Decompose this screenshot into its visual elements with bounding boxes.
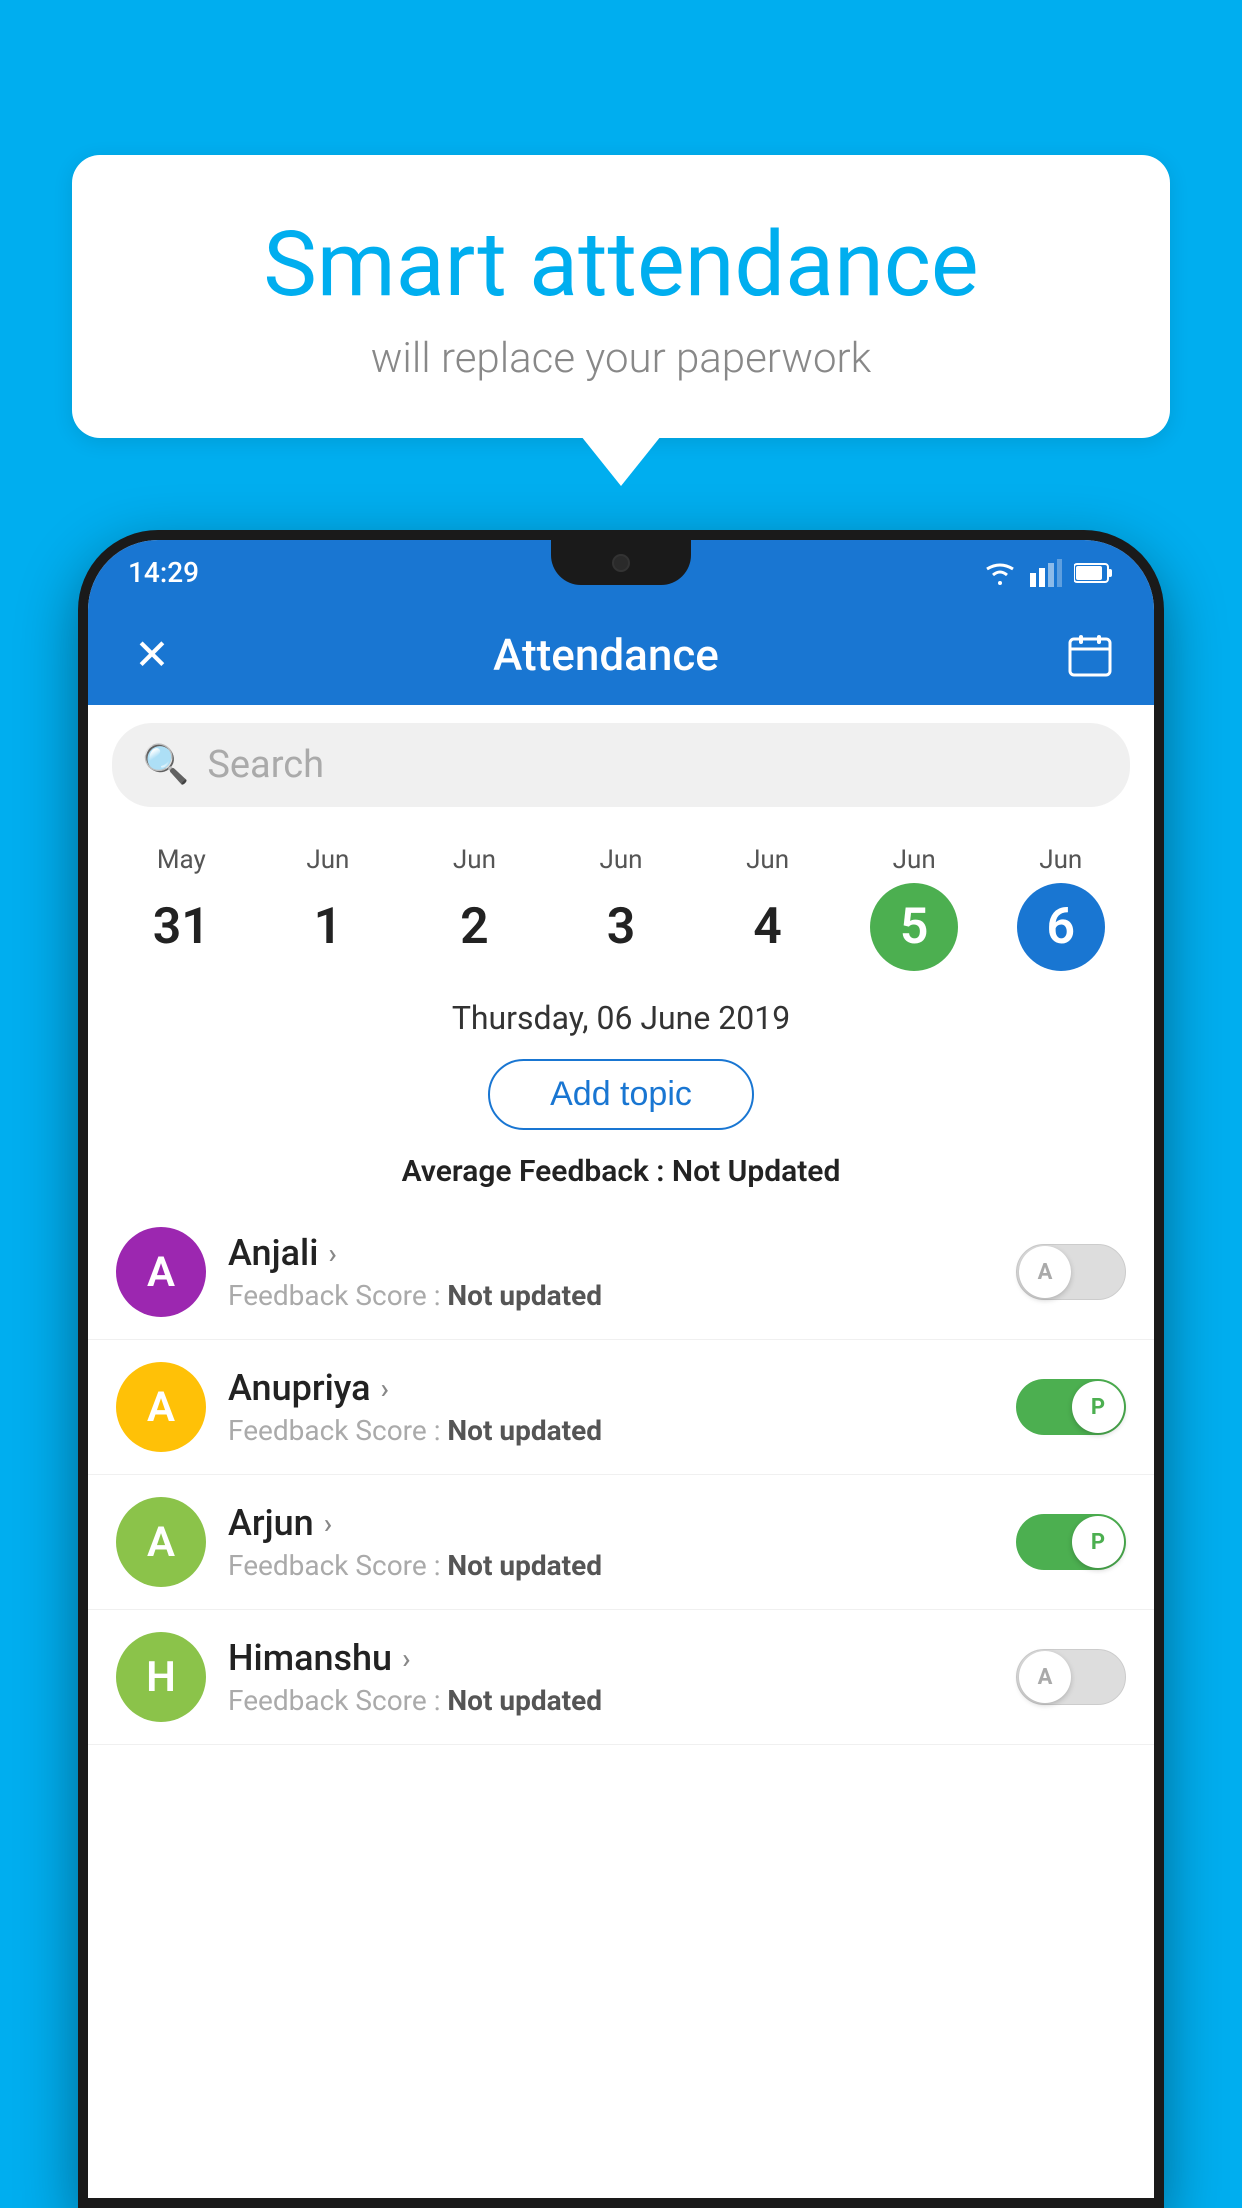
status-bar: 14:29 [88,540,1154,605]
date-month: Jun [1039,845,1082,875]
feedback-score: Feedback Score : Not updated [228,1684,994,1717]
avatar: A [116,1362,206,1452]
wifi-icon [982,559,1018,587]
search-bar[interactable]: 🔍 Search [112,723,1130,807]
app-bar: ✕ Attendance [88,605,1154,705]
toggle-container[interactable]: A [1016,1244,1126,1300]
date-month: Jun [746,845,789,875]
date-item[interactable]: Jun 3 [548,845,695,971]
date-day: 4 [724,883,812,971]
bubble-title: Smart attendance [122,215,1120,314]
phone-inner: 14:29 [88,540,1154,2198]
date-item[interactable]: Jun 4 [694,845,841,971]
chevron-icon: › [324,1507,332,1540]
avatar: A [116,1497,206,1587]
bubble-subtitle: will replace your paperwork [122,334,1120,383]
chevron-icon: › [328,1237,336,1270]
date-item[interactable]: May 31 [108,845,255,971]
calendar-icon [1066,631,1114,679]
phone-frame: 14:29 [78,530,1164,2208]
student-item: A Arjun › Feedback Score : Not updated P [88,1475,1154,1610]
date-item[interactable]: Jun 6 [987,845,1134,971]
attendance-toggle[interactable]: A [1016,1244,1126,1300]
speech-bubble: Smart attendance will replace your paper… [72,155,1170,438]
date-day: 2 [430,883,518,971]
date-month: Jun [600,845,643,875]
student-info: Arjun › Feedback Score : Not updated [228,1502,994,1582]
search-icon: 🔍 [142,743,189,787]
avatar: H [116,1632,206,1722]
search-container: 🔍 Search [88,705,1154,825]
student-info: Himanshu › Feedback Score : Not updated [228,1637,994,1717]
student-item: A Anupriya › Feedback Score : Not updated P [88,1340,1154,1475]
add-topic-container: Add topic [88,1049,1154,1146]
status-time: 14:29 [128,556,199,589]
search-input[interactable]: Search [207,743,324,787]
date-day: 31 [137,883,225,971]
student-list: AAnjali ›Feedback Score : Not updatedAAA… [88,1205,1154,1745]
date-day: 6 [1017,883,1105,971]
feedback-score: Feedback Score : Not updated [228,1414,994,1447]
app-bar-title: Attendance [180,629,1032,681]
student-name[interactable]: Arjun › [228,1502,994,1544]
battery-icon [1074,562,1114,584]
toggle-container[interactable]: P [1016,1514,1126,1570]
date-month: Jun [306,845,349,875]
toggle-container[interactable]: P [1016,1379,1126,1435]
attendance-toggle[interactable]: P [1016,1514,1126,1570]
date-item[interactable]: Jun 1 [255,845,402,971]
toggle-knob: P [1072,1381,1124,1433]
date-item[interactable]: Jun 5 [841,845,988,971]
camera [612,554,630,572]
student-name[interactable]: Himanshu › [228,1637,994,1679]
student-item: A Anjali › Feedback Score : Not updated A [88,1205,1154,1340]
toggle-knob: A [1019,1246,1071,1298]
date-day: 1 [284,883,372,971]
status-icons [982,559,1114,587]
student-item: H Himanshu › Feedback Score : Not updated A [88,1610,1154,1745]
add-topic-button[interactable]: Add topic [488,1059,754,1130]
chevron-icon: › [381,1372,389,1405]
date-item[interactable]: Jun 2 [401,845,548,971]
student-info: Anupriya › Feedback Score : Not updated [228,1367,994,1447]
toggle-knob: A [1019,1651,1071,1703]
toggle-container[interactable]: A [1016,1649,1126,1705]
date-month: May [157,845,206,875]
feedback-score: Feedback Score : Not updated [228,1279,994,1312]
date-day: 3 [577,883,665,971]
student-name[interactable]: Anupriya › [228,1367,994,1409]
avg-feedback: Average Feedback : Not Updated [88,1146,1154,1205]
date-month: Jun [453,845,496,875]
date-row: May 31 Jun 1 Jun 2 Jun 3 Jun 4 Jun 5 Jun 6 [88,825,1154,981]
avatar: A [116,1227,206,1317]
date-day: 5 [870,883,958,971]
toggle-knob: P [1072,1516,1124,1568]
student-name[interactable]: Anjali › [228,1232,994,1274]
attendance-toggle[interactable]: P [1016,1379,1126,1435]
signal-icon [1030,559,1062,587]
selected-date-label: Thursday, 06 June 2019 [88,981,1154,1049]
date-month: Jun [893,845,936,875]
notch [551,540,691,585]
attendance-toggle[interactable]: A [1016,1649,1126,1705]
calendar-button[interactable] [1062,627,1118,683]
chevron-icon: › [402,1642,410,1675]
close-button[interactable]: ✕ [124,627,180,683]
student-info: Anjali › Feedback Score : Not updated [228,1232,994,1312]
feedback-score: Feedback Score : Not updated [228,1549,994,1582]
